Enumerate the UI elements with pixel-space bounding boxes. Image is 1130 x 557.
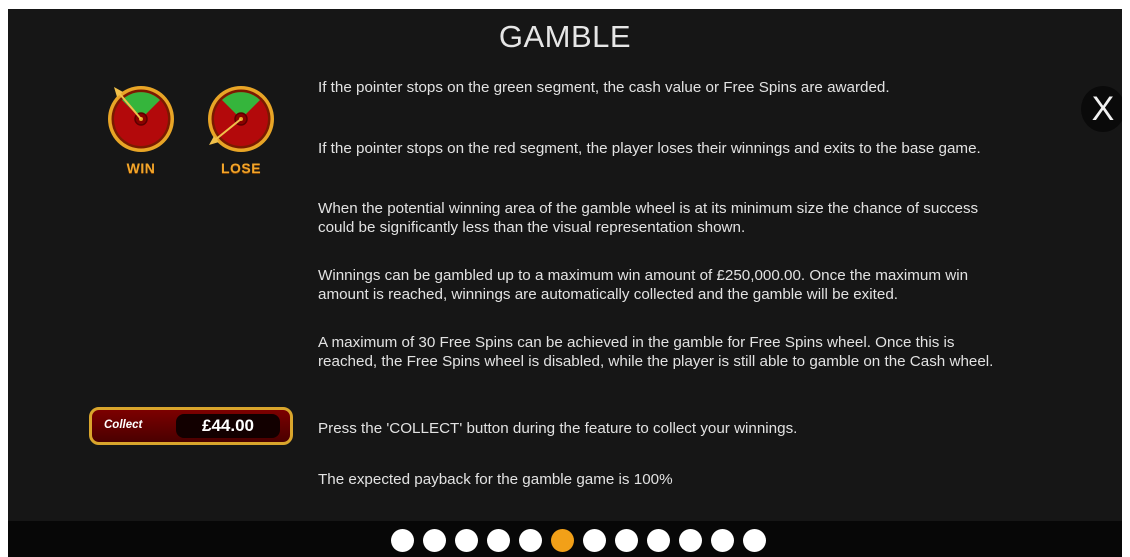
pagination-bar — [8, 521, 1122, 557]
page-title: GAMBLE — [498, 19, 632, 54]
page-dot[interactable] — [647, 529, 670, 552]
collect-amount: £44.00 — [176, 414, 280, 438]
rule-text-max-win: Winnings can be gambled up to a maximum … — [318, 267, 969, 303]
page-dot[interactable] — [519, 529, 542, 552]
page-dot[interactable] — [455, 529, 478, 552]
collect-button[interactable]: Collect £44.00 — [89, 407, 293, 445]
page-dot[interactable] — [743, 529, 766, 552]
page-dot-active[interactable] — [551, 529, 574, 552]
page-dot[interactable] — [583, 529, 606, 552]
page-dot[interactable] — [391, 529, 414, 552]
page-dot[interactable] — [679, 529, 702, 552]
rule-text-minimum-area: When the potential winning area of the g… — [318, 200, 979, 236]
lose-label: LOSE — [220, 160, 262, 176]
page-dot[interactable] — [487, 529, 510, 552]
rule-text-payback: The expected payback for the gamble game… — [318, 471, 673, 488]
rule-text-collect: Press the 'COLLECT' button during the fe… — [318, 420, 798, 437]
rule-text-red-segment: If the pointer stops on the red segment,… — [318, 140, 981, 157]
lose-wheel-icon — [208, 86, 274, 152]
help-panel: GAMBLE X WIN LOSE If the pointer stops o… — [8, 9, 1122, 557]
close-button[interactable]: X — [1081, 86, 1122, 132]
rule-text-max-free-spins: A maximum of 30 Free Spins can be achiev… — [318, 334, 994, 370]
win-label: WIN — [126, 160, 156, 176]
collect-label: Collect — [104, 419, 143, 431]
win-wheel-icon — [108, 86, 174, 152]
page-dot[interactable] — [423, 529, 446, 552]
rule-text-green-segment: If the pointer stops on the green segmen… — [318, 79, 890, 96]
pagination-dots — [391, 529, 766, 552]
page-dot[interactable] — [711, 529, 734, 552]
page-dot[interactable] — [615, 529, 638, 552]
